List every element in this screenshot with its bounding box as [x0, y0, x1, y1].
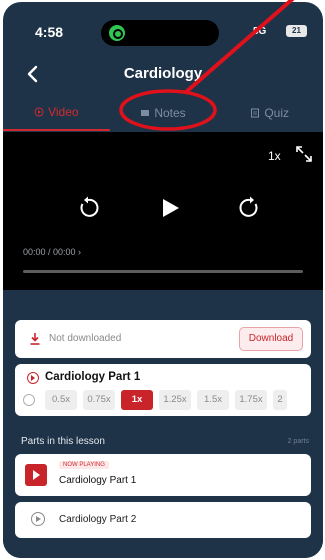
progress-bar[interactable] [23, 270, 303, 273]
play-circle-icon [31, 512, 45, 526]
parts-count: 2 parts [287, 438, 309, 445]
tab-notes[interactable]: Notes [110, 95, 217, 131]
status-time: 4:58 [35, 24, 64, 40]
speed-options: 0.5x 0.75x 1x 1.25x 1.5x 1.75x 2 [23, 390, 287, 410]
fullscreen-icon[interactable] [295, 145, 313, 163]
phone-screen: 4:58 5G 21 Cardiology Video Notes Quiz 1… [3, 2, 323, 558]
speed-option-0-75x[interactable]: 0.75x [83, 390, 115, 410]
tab-video[interactable]: Video [3, 95, 110, 131]
timecode: 00:00 / 00:00 › [23, 247, 82, 257]
app-header: Cardiology [3, 60, 323, 92]
tab-quiz-label: Quiz [264, 106, 290, 120]
lesson-play-icon [27, 372, 39, 384]
part-title: Cardiology Part 2 [59, 514, 137, 525]
quiz-icon [251, 108, 260, 118]
speed-gauge-icon [23, 394, 35, 406]
download-status: Not downloaded [49, 333, 122, 344]
parts-heading: Parts in this lesson [21, 436, 105, 447]
download-card: Not downloaded Download [15, 320, 311, 358]
speed-option-1-75x[interactable]: 1.75x [235, 390, 267, 410]
tab-video-label: Video [48, 105, 79, 119]
speed-option-1x[interactable]: 1x [121, 390, 153, 410]
play-circle-icon [34, 107, 44, 117]
speed-option-1-25x[interactable]: 1.25x [159, 390, 191, 410]
tab-bar: Video Notes Quiz [3, 95, 323, 131]
speed-option-1-5x[interactable]: 1.5x [197, 390, 229, 410]
speed-card: Cardiology Part 1 0.5x 0.75x 1x 1.25x 1.… [15, 364, 311, 416]
speed-option-2x[interactable]: 2 [273, 390, 287, 410]
play-icon [25, 464, 47, 486]
play-icon[interactable] [158, 196, 182, 220]
dynamic-island [101, 20, 219, 46]
part-item[interactable]: Cardiology Part 2 [15, 502, 311, 538]
notes-icon [141, 110, 150, 116]
tab-notes-label: Notes [154, 106, 186, 120]
download-icon [30, 333, 40, 345]
download-button[interactable]: Download [239, 327, 303, 351]
page-title: Cardiology [123, 65, 203, 82]
video-player[interactable]: 1x 00:00 / 00:00 › [3, 132, 323, 290]
forward-icon[interactable] [238, 196, 262, 220]
lesson-content: Not downloaded Download Cardiology Part … [3, 290, 323, 558]
now-playing-badge: NOW PLAYING [59, 461, 109, 469]
battery-icon: 21 [286, 25, 307, 37]
rewind-icon[interactable] [76, 196, 100, 220]
app-activity-icon [109, 25, 125, 41]
playback-speed-toggle[interactable]: 1x [268, 149, 281, 163]
part-item-now-playing[interactable]: NOW PLAYING Cardiology Part 1 [15, 454, 311, 496]
tab-quiz[interactable]: Quiz [216, 95, 323, 131]
speed-option-0-5x[interactable]: 0.5x [45, 390, 77, 410]
part-title: Cardiology Part 1 [59, 475, 137, 486]
status-bar: 4:58 5G 21 [3, 2, 323, 60]
network-indicator: 5G [253, 26, 267, 37]
lesson-title: Cardiology Part 1 [45, 371, 141, 383]
